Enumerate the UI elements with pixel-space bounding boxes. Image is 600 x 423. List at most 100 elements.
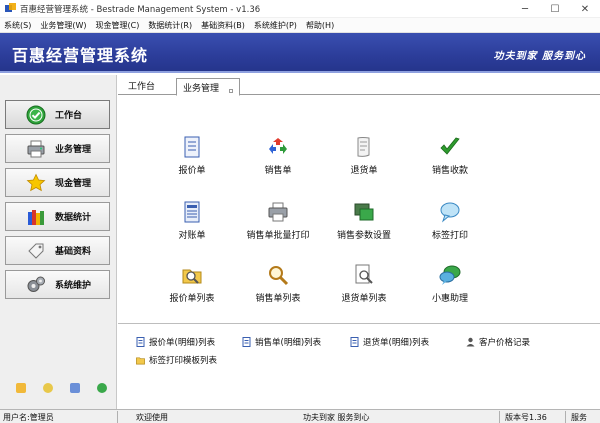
link-sales-detail-list[interactable]: 销售单(明细)列表 [242, 336, 321, 348]
func-sales-order[interactable]: 销售单 [228, 136, 328, 176]
tab-bar: 工作台 业务管理 [118, 75, 600, 96]
sidebar-item-label: 数据统计 [55, 213, 92, 223]
sidebar-item-label: 工作台 [55, 111, 83, 121]
search-doc-icon[interactable] [70, 383, 80, 393]
scroll-icon [353, 136, 375, 158]
sidebar-item-basic-data[interactable]: 基础资料 [5, 236, 110, 265]
gears-icon [26, 275, 46, 295]
checkmark-icon [439, 136, 461, 158]
func-sales-list[interactable]: 销售单列表 [228, 264, 328, 304]
menu-maintenance[interactable]: 系统维护(P) [254, 20, 297, 31]
tab-close-icon[interactable] [229, 89, 234, 93]
status-service: 服务 [571, 413, 587, 422]
sidebar-item-label: 系统维护 [55, 281, 92, 291]
func-quotation[interactable]: 报价单 [142, 136, 242, 176]
doc-small-icon [242, 337, 251, 347]
status-divider [565, 411, 566, 423]
magnifier-icon [267, 264, 289, 286]
ledger-icon [181, 201, 203, 223]
sidebar-item-label: 现金管理 [55, 179, 92, 189]
status-slogan: 功夫到家 服务到心 [303, 413, 370, 422]
status-bar: 用户名:管理员 欢迎使用 功夫到家 服务到心 版本号1.36 服务 [0, 409, 600, 423]
sidebar-item-workbench[interactable]: 工作台 [5, 100, 110, 129]
func-assistant[interactable]: 小惠助理 [400, 264, 500, 304]
window-title: 百惠经营管理系统 - Bestrade Management System - … [20, 4, 261, 15]
sidebar-item-cash[interactable]: 现金管理 [5, 168, 110, 197]
menu-help[interactable]: 帮助(H) [306, 20, 334, 31]
speech-bubble-icon [439, 201, 461, 223]
link-return-detail-list[interactable]: 退货单(明细)列表 [350, 336, 429, 348]
menu-business[interactable]: 业务管理(W) [40, 20, 86, 31]
func-label: 销售收款 [431, 166, 468, 176]
sidebar-item-maintenance[interactable]: 系统维护 [5, 270, 110, 299]
status-welcome: 欢迎使用 [136, 413, 168, 422]
func-label: 报价单列表 [169, 294, 215, 304]
link-label: 标签打印模板列表 [149, 356, 218, 366]
quick-links-panel: 报价单(明细)列表 销售单(明细)列表 退货单(明细)列表 客户价格记录 标签打… [118, 323, 600, 409]
globe-icon[interactable] [97, 383, 107, 393]
func-return-list[interactable]: 退货单列表 [314, 264, 414, 304]
search-folder-icon [181, 264, 203, 286]
status-divider [499, 411, 500, 423]
func-label: 退货单列表 [341, 294, 387, 304]
folder-small-icon [136, 355, 145, 365]
minimize-button[interactable]: ─ [510, 0, 540, 18]
sidebar: 工作台 业务管理 现金管理 数据统计 基础资料 系统维护 [0, 75, 117, 409]
func-label: 报价单 [178, 166, 206, 176]
menu-cash[interactable]: 现金管理(C) [95, 20, 139, 31]
func-label: 销售单 [264, 166, 292, 176]
tab-workbench[interactable]: 工作台 [128, 79, 155, 92]
func-label: 对账单 [178, 231, 206, 241]
func-batch-print[interactable]: 销售单批量打印 [228, 201, 328, 241]
func-statement[interactable]: 对账单 [142, 201, 242, 241]
close-button[interactable]: ✕ [570, 0, 600, 18]
func-quotation-list[interactable]: 报价单列表 [142, 264, 242, 304]
link-label: 退货单(明细)列表 [363, 338, 430, 348]
link-label-template-list[interactable]: 标签打印模板列表 [136, 354, 217, 366]
app-logo-icon [5, 3, 16, 14]
document-icon [181, 136, 203, 158]
link-label: 报价单(明细)列表 [149, 338, 216, 348]
func-label: 退货单 [350, 166, 378, 176]
maximize-button[interactable]: ☐ [540, 0, 570, 18]
link-customer-price-record[interactable]: 客户价格记录 [466, 336, 530, 348]
func-label: 销售参数设置 [336, 231, 391, 241]
link-quotation-detail-list[interactable]: 报价单(明细)列表 [136, 336, 215, 348]
books-icon [26, 207, 46, 227]
func-label: 小惠助理 [431, 294, 468, 304]
menu-statistics[interactable]: 数据统计(R) [148, 20, 192, 31]
link-label: 销售单(明细)列表 [255, 338, 322, 348]
recycle-icon [267, 136, 289, 158]
tab-business[interactable]: 业务管理 [176, 78, 241, 96]
menu-basic-data[interactable]: 基础资料(B) [201, 20, 245, 31]
status-divider [117, 411, 118, 423]
doc-small-icon [136, 337, 145, 347]
func-label: 销售单列表 [255, 294, 301, 304]
function-panel: 报价单 销售单 退货单 销售收款 对账单 销售单批量打印 销售参数设置 标签打印… [118, 96, 600, 322]
status-version: 版本号1.36 [505, 413, 547, 422]
folder-icon[interactable] [16, 383, 26, 393]
func-sales-settings[interactable]: 销售参数设置 [314, 201, 414, 241]
func-sales-receipt[interactable]: 销售收款 [400, 136, 500, 176]
sidebar-item-business[interactable]: 业务管理 [5, 134, 110, 163]
tag-icon [26, 241, 46, 261]
help-icon[interactable] [43, 383, 53, 393]
func-return-order[interactable]: 退货单 [314, 136, 414, 176]
sidebar-item-statistics[interactable]: 数据统计 [5, 202, 110, 231]
printer-icon [267, 201, 289, 223]
sidebar-item-label: 业务管理 [55, 145, 92, 155]
printer-icon [26, 139, 46, 159]
sidebar-item-label: 基础资料 [55, 247, 92, 257]
search-doc-icon [353, 264, 375, 286]
star-icon [26, 173, 46, 193]
menu-system[interactable]: 系统(S) [4, 20, 31, 31]
header-banner: 百惠经营管理系统 功夫到家 服务到心 [0, 33, 600, 73]
banner-title: 百惠经营管理系统 [12, 46, 149, 65]
func-label: 标签打印 [431, 231, 468, 241]
func-label: 销售单批量打印 [246, 231, 310, 241]
func-label-print[interactable]: 标签打印 [400, 201, 500, 241]
link-label: 客户价格记录 [479, 338, 531, 348]
doc-small-icon [350, 337, 359, 347]
check-circle-icon [26, 105, 46, 125]
chat-icon [439, 264, 461, 286]
